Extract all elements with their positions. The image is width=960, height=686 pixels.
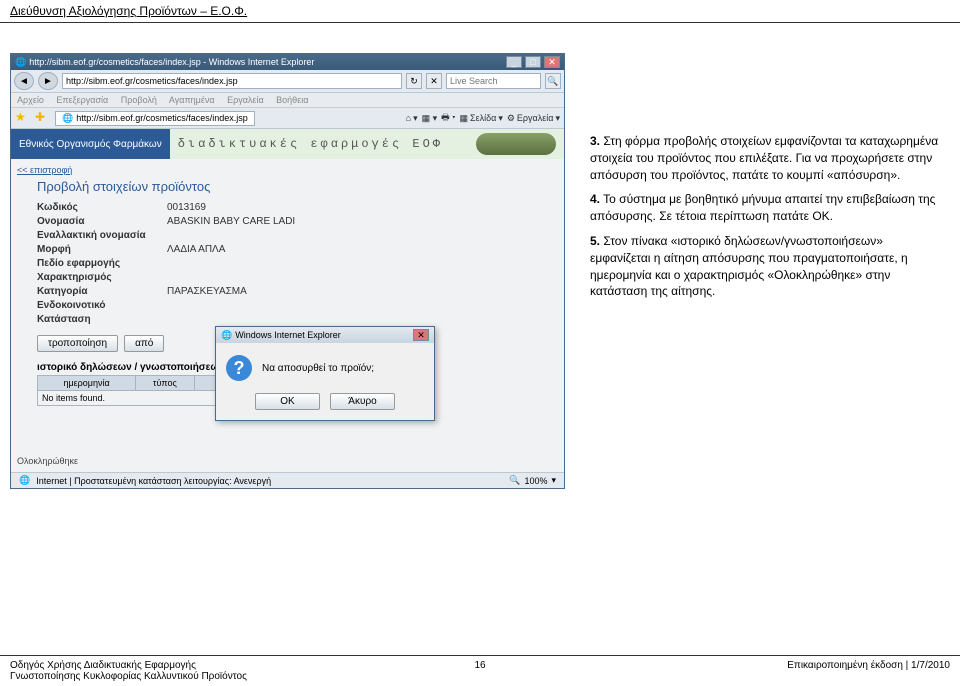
pills-image xyxy=(476,133,556,155)
favorites-star-icon[interactable]: ★ xyxy=(15,110,31,126)
window-maximize-button[interactable]: □ xyxy=(525,56,541,68)
form-value: ΛΑΔΙΑ ΑΠΛΑ xyxy=(167,244,558,255)
footer-left: Οδηγός Χρήσης Διαδικτυακής Εφαρμογής Γνω… xyxy=(10,660,247,682)
home-icon: ⌂ xyxy=(406,113,411,123)
step4-text: Το σύστημα με βοηθητικό μήνυμα απαιτεί τ… xyxy=(590,192,935,223)
screenshot-wrapper: 🌐 http://sibm.eof.gr/cosmetics/faces/ind… xyxy=(10,53,565,489)
footer-right: Επικαιροποιημένη έκδοση | 1/7/2010 xyxy=(787,660,950,671)
banner-title: διαδικτυακές εφαρμογές ΕΟΦ xyxy=(178,137,443,151)
window-close-button[interactable]: ✕ xyxy=(544,56,560,68)
withdraw-button[interactable]: από xyxy=(124,335,164,352)
content-row: 🌐 http://sibm.eof.gr/cosmetics/faces/ind… xyxy=(0,23,960,489)
dialog-cancel-button[interactable]: Άκυρο xyxy=(330,393,395,410)
dialog-icon: 🌐 xyxy=(221,330,232,341)
dialog-close-button[interactable]: ✕ xyxy=(413,329,429,341)
forward-button[interactable]: ► xyxy=(38,72,58,90)
add-favorites-icon[interactable]: ✚ xyxy=(35,110,51,126)
dialog-title: Windows Internet Explorer xyxy=(235,330,410,340)
menu-view[interactable]: Προβολή xyxy=(121,95,157,105)
modify-button[interactable]: τροποποίηση xyxy=(37,335,118,352)
code-label: Κωδικός xyxy=(37,202,167,213)
th-type: τύπος xyxy=(136,376,194,391)
step3-num: 3. xyxy=(590,134,600,148)
search-go-button[interactable]: 🔍 xyxy=(545,73,561,89)
menu-file[interactable]: Αρχείο xyxy=(17,95,44,105)
category-label: Κατηγορία xyxy=(37,286,167,297)
back-link[interactable]: << επιστροφή xyxy=(17,165,72,175)
eof-banner: Εθνικός Οργανισμός Φαρμάκων διαδικτυακές… xyxy=(11,129,564,159)
step3-text: Στη φόρμα προβολής στοιχείων εμφανίζοντα… xyxy=(590,134,938,182)
page-dropdown[interactable]: ▦ Σελίδα ▾ xyxy=(460,113,503,124)
menu-edit[interactable]: Επεξεργασία xyxy=(56,95,108,105)
menu-favorites[interactable]: Αγαπημένα xyxy=(169,95,215,105)
search-input[interactable] xyxy=(446,73,541,89)
page-header: Διεύθυνση Αξιολόγησης Προϊόντων – Ε.Ο.Φ. xyxy=(0,0,960,23)
inci-value xyxy=(167,300,558,311)
scope-value xyxy=(167,258,558,269)
home-button[interactable]: ⌂ ▾ xyxy=(406,113,418,124)
menu-help[interactable]: Βοήθεια xyxy=(276,95,308,105)
menu-tools[interactable]: Εργαλεία xyxy=(227,95,264,105)
refresh-button[interactable]: ↻ xyxy=(406,73,422,89)
form-grid: Κωδικός 0013169 Ονομασία ABASKIN BABY CA… xyxy=(37,202,558,325)
footer-left-line1: Οδηγός Χρήσης Διαδικτυακής Εφαρμογής xyxy=(10,660,247,671)
status-internet: Internet | Προστατευμένη κατάσταση λειτο… xyxy=(36,476,271,486)
print-button[interactable]: 🖶 ▾ xyxy=(441,110,455,126)
question-icon: ? xyxy=(226,355,252,381)
stop-button[interactable]: ✕ xyxy=(426,73,442,89)
page-footer: Οδηγός Χρήσης Διαδικτυακής Εφαρμογής Γνω… xyxy=(0,655,960,686)
form-title: Προβολή στοιχείων προϊόντος xyxy=(37,179,558,194)
altname-value xyxy=(167,230,558,241)
status-bar: 🌐 Internet | Προστατευμένη κατάσταση λει… xyxy=(11,472,564,488)
dialog-message: Να αποσυρθεί το προϊόν; xyxy=(262,363,374,374)
app-icon: 🌐 xyxy=(15,57,26,68)
name-value: ABASKIN BABY CARE LADI xyxy=(167,216,558,227)
page-number: 16 xyxy=(474,660,485,671)
step5-text: Στον πίνακα «ιστορικό δηλώσεων/γνωστοποι… xyxy=(590,234,908,298)
globe-icon: 🌐 xyxy=(19,475,30,486)
feeds-button[interactable]: ▦ ▾ xyxy=(422,113,438,124)
menu-bar: Αρχείο Επεξεργασία Προβολή Αγαπημένα Εργ… xyxy=(11,93,564,108)
confirm-dialog: 🌐 Windows Internet Explorer ✕ ? Να αποσυ… xyxy=(215,326,435,421)
tab-bar: ★ ✚ 🌐 http://sibm.eof.gr/cosmetics/faces… xyxy=(11,108,564,129)
inci-label: Ενδοκοινοτικό xyxy=(37,300,167,311)
browser-tab[interactable]: 🌐 http://sibm.eof.gr/cosmetics/faces/ind… xyxy=(55,111,255,126)
tab-label: http://sibm.eof.gr/cosmetics/faces/index… xyxy=(76,113,248,123)
altname-label: Εναλλακτική ονομασία xyxy=(37,230,167,241)
eof-org-label: Εθνικός Οργανισμός Φαρμάκων xyxy=(11,134,170,155)
tools-dropdown[interactable]: ⚙ Εργαλεία ▾ xyxy=(507,113,560,124)
window-minimize-button[interactable]: _ xyxy=(506,56,522,68)
name-label: Ονομασία xyxy=(37,216,167,227)
zoom-icon: 🔍 xyxy=(509,475,520,486)
dialog-titlebar: 🌐 Windows Internet Explorer ✕ xyxy=(216,327,434,343)
window-titlebar: 🌐 http://sibm.eof.gr/cosmetics/faces/ind… xyxy=(11,54,564,70)
code-value: 0013169 xyxy=(167,202,558,213)
zoom-value: 100% xyxy=(524,476,547,486)
step5-num: 5. xyxy=(590,234,600,248)
char-label: Χαρακτηρισμός xyxy=(37,272,167,283)
form-label: Μορφή xyxy=(37,244,167,255)
dialog-ok-button[interactable]: OK xyxy=(255,393,320,410)
back-button[interactable]: ◄ xyxy=(14,72,34,90)
category-value: ΠΑΡΑΣΚΕΥΑΣΜΑ xyxy=(167,286,558,297)
step4-num: 4. xyxy=(590,192,600,206)
browser-window: 🌐 http://sibm.eof.gr/cosmetics/faces/ind… xyxy=(10,53,565,489)
address-bar-row: ◄ ► ↻ ✕ 🔍 xyxy=(11,70,564,93)
form-panel: << επιστροφή Προβολή στοιχείων προϊόντος… xyxy=(11,159,564,472)
status-value xyxy=(167,314,558,325)
char-value xyxy=(167,272,558,283)
zoom-dropdown-icon[interactable]: ▾ xyxy=(551,475,556,486)
window-title: http://sibm.eof.gr/cosmetics/faces/index… xyxy=(29,57,503,67)
address-input[interactable] xyxy=(62,73,402,89)
status-label: Κατάσταση xyxy=(37,314,167,325)
scope-label: Πεδίο εφαρμογής xyxy=(37,258,167,269)
instructions: 3. Στη φόρμα προβολής στοιχείων εμφανίζο… xyxy=(590,53,940,489)
th-date: ημερομηνία xyxy=(38,376,136,391)
footer-left-line2: Γνωστοποίησης Κυκλοφορίας Καλλυντικού Πρ… xyxy=(10,671,247,682)
tab-icon: 🌐 xyxy=(62,113,73,124)
page-status-done: Ολοκληρώθηκε xyxy=(17,456,558,466)
